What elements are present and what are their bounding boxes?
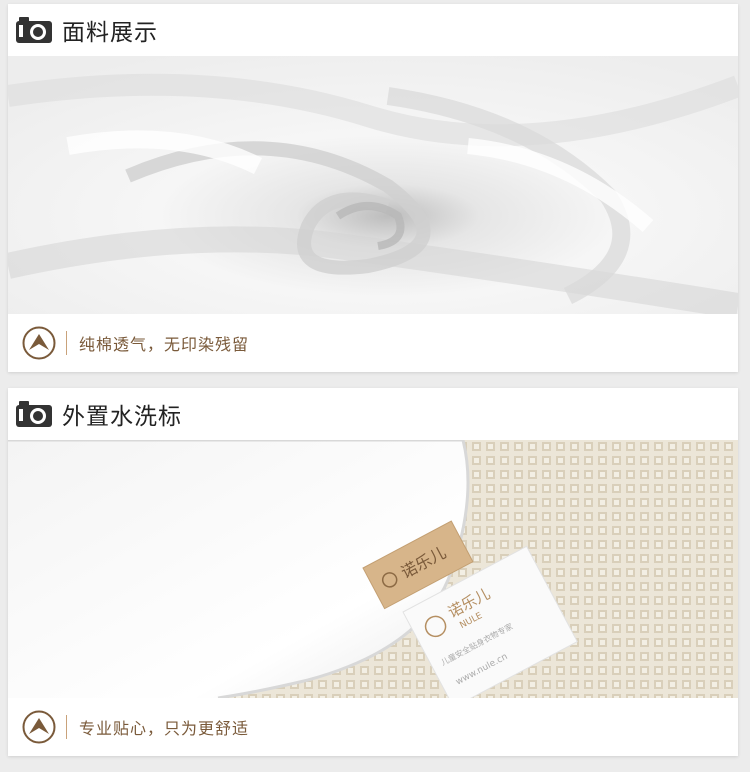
brand-logo-icon <box>22 710 56 744</box>
divider <box>66 331 67 355</box>
section-caption: 纯棉透气，无印染残留 <box>79 335 250 354</box>
section-header: 面料展示 <box>8 4 738 56</box>
care-label-photo: 诺乐儿 诺乐儿 NULE 儿童安全贴身衣物专家 www.nule.cn <box>8 440 738 698</box>
fabric-section: 面料展示 纯棉透气，无印染残留 <box>8 4 738 372</box>
camera-icon <box>16 17 52 43</box>
divider <box>66 715 67 739</box>
section-title: 外置水洗标 <box>62 404 182 430</box>
section-header: 外置水洗标 <box>8 388 738 440</box>
section-title: 面料展示 <box>62 20 158 46</box>
section-footer: 纯棉透气，无印染残留 <box>8 314 738 372</box>
fabric-photo <box>8 56 738 314</box>
brand-logo-icon <box>22 326 56 360</box>
camera-icon <box>16 401 52 427</box>
section-footer: 专业贴心，只为更舒适 <box>8 698 738 756</box>
care-label-section: 外置水洗标 诺乐儿 诺乐儿 NULE 儿童安全贴身衣物专家 www.nule.c… <box>8 388 738 756</box>
section-caption: 专业贴心，只为更舒适 <box>79 719 250 738</box>
